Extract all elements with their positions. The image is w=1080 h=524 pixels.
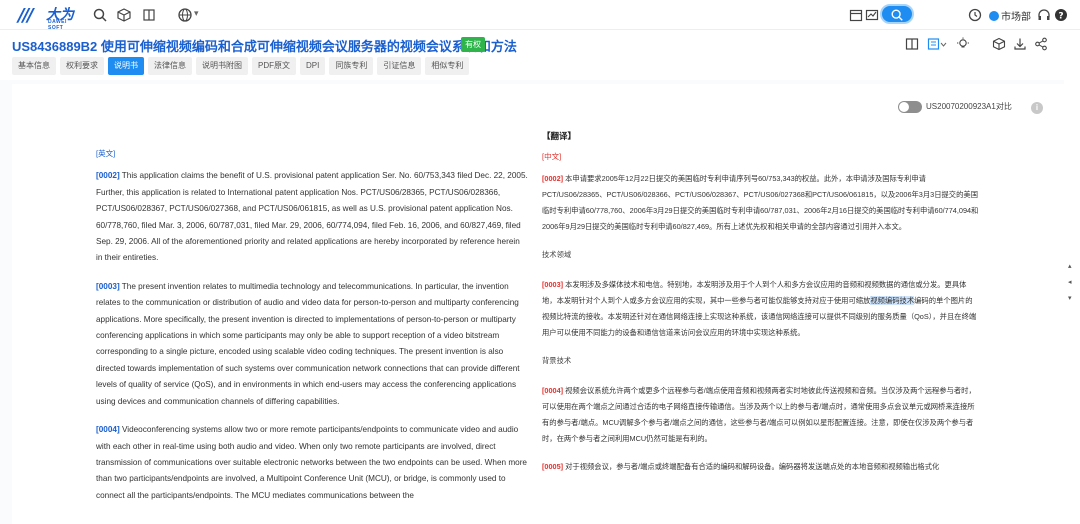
paragraph-0002-en: [0002] This application claims the benef… <box>96 168 528 266</box>
compare-toggle-label: US20070200923A1对比 <box>926 102 1012 112</box>
cube-icon[interactable] <box>116 7 132 23</box>
compare-toggle[interactable]: US20070200923A1对比 <box>898 101 1012 113</box>
logo[interactable]: /// 大为 DAWEI SOFT <box>18 3 74 31</box>
paragraph-number: [0002] <box>542 174 564 183</box>
paragraph-number: [0003] <box>542 280 564 289</box>
help-icon[interactable]: ? <box>1053 7 1069 23</box>
paragraph-0005-zh: [0005] 对于视频会议，参与者/端点或终端配备有合适的编码和解码设备。编码器… <box>542 459 979 475</box>
cube-icon[interactable] <box>992 37 1006 51</box>
paragraph-number: [0003] <box>96 281 120 291</box>
tab-family-patents[interactable]: 同族专利 <box>329 57 374 75</box>
search-icon <box>891 9 903 21</box>
technical-field-heading: 技术领域 <box>542 250 572 259</box>
paragraph-number: [0005] <box>542 462 564 471</box>
chinese-lang-label: [中文] <box>542 152 562 161</box>
book-icon[interactable] <box>141 7 157 23</box>
background-heading: 背景技术 <box>542 356 572 365</box>
download-icon[interactable] <box>1013 37 1027 51</box>
paragraph-text: 对于视频会议，参与者/端点或终端配备有合适的编码和解码设备。编码器将发送端点处的… <box>563 462 940 471</box>
chart-icon[interactable] <box>864 7 880 23</box>
tab-citation-info[interactable]: 引证信息 <box>377 57 422 75</box>
lightbulb-icon[interactable] <box>956 37 970 51</box>
tab-dpi[interactable]: DPI <box>300 57 326 75</box>
highlighted-text[interactable]: 视频编码技术 <box>870 296 915 305</box>
english-lang-label: [英文] <box>96 149 116 158</box>
paragraph-text: The present invention relates to multime… <box>96 281 520 406</box>
globe-icon[interactable] <box>177 7 193 23</box>
svg-text:?: ? <box>1058 12 1063 22</box>
layout-dropdown-icon[interactable] <box>927 37 947 51</box>
tab-description-drawings[interactable]: 说明书附图 <box>196 57 248 75</box>
chevron-down-icon[interactable]: ▾ <box>194 8 199 19</box>
user-icon <box>989 11 999 21</box>
collapse-up-icon[interactable]: ▴ <box>1068 262 1072 270</box>
tab-pdf-original[interactable]: PDF原文 <box>252 57 296 75</box>
paragraph-0004-zh: [0004] 视频会议系统允许两个或更多个远程参与者/端点使用音频和视频两者实时… <box>542 383 979 447</box>
paragraph-text: This application claims the benefit of U… <box>96 171 528 263</box>
tab-legal-info[interactable]: 法律信息 <box>148 57 192 75</box>
page-title: US8436889B2 使用可伸缩视频编码和合成可伸缩视频会议服务器的视频会议系… <box>12 39 517 54</box>
share-icon[interactable] <box>1034 37 1048 51</box>
paragraph-0003-zh: [0003] 本发明涉及多媒体技术和电信。特别地，本发明涉及用于个人到个人和多方… <box>542 277 979 341</box>
search-button[interactable] <box>880 4 914 24</box>
tab-description[interactable]: 说明书 <box>108 57 144 75</box>
collapse-left-icon[interactable]: ◂ <box>1068 278 1072 286</box>
paragraph-0004-en: [0004] Videoconferencing systems allow t… <box>96 422 528 504</box>
translation-heading: 【翻译】 <box>542 131 577 141</box>
logo-mark: /// <box>18 5 34 26</box>
toggle-switch[interactable] <box>898 101 922 113</box>
tab-claims[interactable]: 权利要求 <box>60 57 104 75</box>
paragraph-number: [0004] <box>542 386 564 395</box>
english-column: [英文] [0002] This application claims the … <box>96 146 528 516</box>
chinese-column: 【翻译】 [中文] [0002] 本申请要求2005年12月22日提交的美国临时… <box>542 128 979 487</box>
paragraph-text: Videoconferencing systems allow two or m… <box>96 425 527 500</box>
top-bar: /// 大为 DAWEI SOFT ▾ 市场部 ? <box>0 0 1080 31</box>
tab-bar: 基本信息 权利要求 说明书 法律信息 说明书附图 PDF原文 DPI 同族专利 … <box>12 57 470 75</box>
paragraph-text: 视频会议系统允许两个或更多个远程参与者/端点使用音频和视频两者实时地彼此传送视频… <box>542 386 976 443</box>
info-icon[interactable]: i <box>1031 102 1043 114</box>
clock-icon[interactable] <box>967 7 983 23</box>
tab-basic-info[interactable]: 基本信息 <box>12 57 56 75</box>
collapse-down-icon[interactable]: ▾ <box>1068 294 1072 302</box>
split-view-icon[interactable] <box>905 37 919 51</box>
calendar-icon[interactable] <box>848 7 864 23</box>
headset-icon[interactable] <box>1036 7 1052 23</box>
patent-header: US8436889B2 使用可伸缩视频编码和合成可伸缩视频会议服务器的视频会议系… <box>0 30 1080 56</box>
user-menu[interactable]: 市场部 <box>989 8 1031 23</box>
paragraph-number: [0004] <box>96 425 120 435</box>
paragraph-0002-zh: [0002] 本申请要求2005年12月22日提交的美国临时专利申请序列号60/… <box>542 171 979 235</box>
tab-similar-patents[interactable]: 相似专利 <box>425 57 470 75</box>
status-badge: 有权 <box>461 37 485 52</box>
paragraph-0003-en: [0003] The present invention relates to … <box>96 279 528 410</box>
paragraph-number: [0002] <box>96 171 120 181</box>
user-label: 市场部 <box>1001 12 1031 23</box>
paragraph-text: 本申请要求2005年12月22日提交的美国临时专利申请序列号60/753,343… <box>542 174 979 231</box>
search-icon[interactable] <box>92 7 108 23</box>
